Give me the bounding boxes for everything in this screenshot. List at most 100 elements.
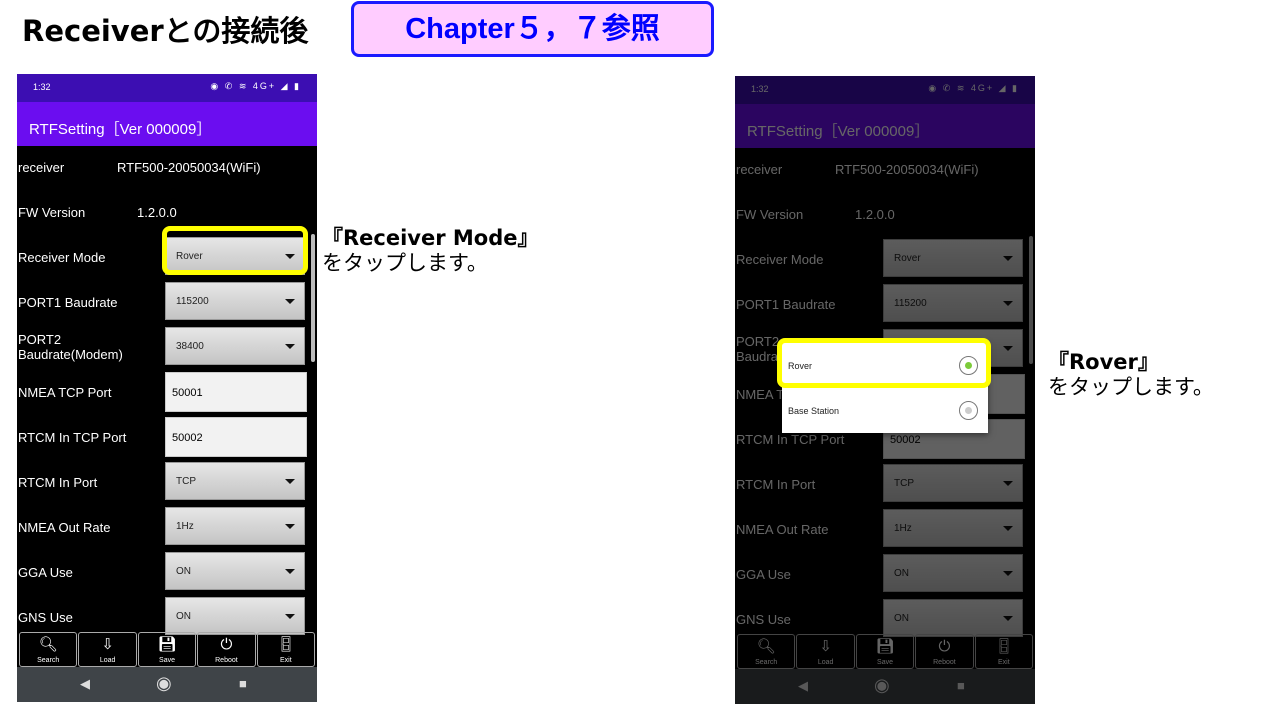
android-nav-bar: ◀ ◉ ■ bbox=[17, 667, 317, 702]
setting-dropdown[interactable]: Rover bbox=[165, 237, 305, 275]
dropdown-value: ON bbox=[894, 568, 909, 579]
setting-row: Receiver Mode Rover bbox=[17, 236, 307, 281]
option-base-station[interactable]: Base Station bbox=[782, 387, 988, 432]
setting-label: GNS Use bbox=[18, 610, 73, 625]
setting-label: NMEA Out Rate bbox=[18, 520, 111, 535]
radio-icon[interactable] bbox=[959, 401, 978, 420]
setting-label: receiver bbox=[736, 162, 783, 177]
dropdown-value: 38400 bbox=[176, 341, 204, 352]
save-icon: 💾︎ bbox=[875, 638, 895, 655]
exit-button[interactable]: 🚪︎ Exit bbox=[256, 632, 316, 667]
reboot-button[interactable]: ⏻ Reboot bbox=[197, 632, 256, 667]
dropdown-value: 115200 bbox=[176, 296, 209, 307]
setting-dropdown[interactable]: 115200 bbox=[883, 284, 1023, 322]
dropdown-value: ON bbox=[176, 566, 191, 577]
toolbar-label: Save bbox=[159, 657, 175, 664]
setting-label: Receiver Mode bbox=[736, 252, 824, 267]
setting-dropdown[interactable]: ON bbox=[165, 552, 305, 590]
setting-row: Receiver Mode Rover bbox=[735, 238, 1025, 283]
dropdown-value: Rover bbox=[176, 251, 203, 262]
chevron-down-icon bbox=[1003, 256, 1013, 261]
setting-label: PORT1 Baudrate bbox=[18, 295, 118, 310]
note-left-text: をタップします。 bbox=[322, 251, 488, 275]
option-rover[interactable]: Rover bbox=[782, 342, 988, 387]
setting-label: GGA Use bbox=[18, 565, 73, 580]
setting-dropdown[interactable]: 38400 bbox=[165, 327, 305, 365]
setting-dropdown[interactable]: ON bbox=[883, 599, 1023, 637]
search-icon: 🔍︎ bbox=[756, 638, 776, 655]
recents-icon[interactable]: ■ bbox=[239, 676, 247, 691]
setting-dropdown[interactable]: 1Hz bbox=[883, 509, 1023, 547]
toolbar-label: Exit bbox=[279, 657, 292, 664]
setting-row: PORT2 Baudrate(Modem) 38400 bbox=[17, 326, 307, 371]
toolbar-label: Search bbox=[755, 659, 778, 666]
save-button[interactable]: 💾︎ Save bbox=[855, 634, 915, 669]
load-icon: ⇩ bbox=[101, 636, 114, 653]
exit-icon: 🚪︎ bbox=[994, 638, 1014, 655]
chevron-down-icon bbox=[285, 569, 295, 574]
setting-input[interactable]: 50001 bbox=[165, 372, 307, 412]
load-button[interactable]: ⇩ Load bbox=[78, 632, 137, 667]
status-bar: 1:32 ◉ ✆ ≋ 4G+ ◢ ▮ bbox=[735, 76, 1035, 104]
chevron-down-icon bbox=[285, 254, 295, 259]
clock: 1:32 bbox=[33, 82, 51, 92]
recents-icon[interactable]: ■ bbox=[957, 678, 965, 693]
setting-input[interactable]: 50002 bbox=[165, 417, 307, 457]
radio-icon[interactable] bbox=[959, 356, 978, 375]
setting-dropdown[interactable]: TCP bbox=[165, 462, 305, 500]
toolbar-label: Load bbox=[817, 659, 834, 666]
note-right-bold: 『Rover』 bbox=[1048, 350, 1159, 374]
app-bar-title: RTFSetting［Ver 000009］ bbox=[17, 102, 317, 146]
setting-row: NMEA TCP Port 50001 bbox=[17, 371, 307, 416]
exit-icon: 🚪︎ bbox=[276, 636, 296, 653]
save-icon: 💾︎ bbox=[157, 636, 177, 653]
setting-label: NMEA TCP Port bbox=[18, 385, 112, 400]
setting-dropdown[interactable]: Rover bbox=[883, 239, 1023, 277]
setting-row: receiver RTF500-20050034(WiFi) bbox=[735, 148, 1025, 193]
setting-row: NMEA Out Rate 1Hz bbox=[17, 506, 307, 551]
save-button[interactable]: 💾︎ Save bbox=[137, 632, 197, 667]
setting-label: GGA Use bbox=[736, 567, 791, 582]
bottom-toolbar: 🔍︎ Search ⇩ Load 💾︎ Save ⏻ Reboot 🚪︎ Exit bbox=[735, 634, 1035, 669]
scrollbar[interactable] bbox=[1029, 236, 1033, 364]
setting-label: PORT1 Baudrate bbox=[736, 297, 836, 312]
toolbar-label: Save bbox=[877, 659, 893, 666]
bottom-toolbar: 🔍︎ Search ⇩ Load 💾︎ Save ⏻ Reboot 🚪︎ Exit bbox=[17, 632, 317, 667]
setting-dropdown[interactable]: 1Hz bbox=[165, 507, 305, 545]
back-icon[interactable]: ◀ bbox=[80, 676, 90, 692]
setting-label: FW Version bbox=[18, 205, 86, 220]
back-icon[interactable]: ◀ bbox=[798, 678, 808, 694]
home-icon[interactable]: ◉ bbox=[874, 675, 890, 696]
setting-label: RTCM In Port bbox=[736, 477, 816, 492]
scrollbar[interactable] bbox=[311, 234, 315, 362]
setting-row: PORT1 Baudrate 115200 bbox=[735, 283, 1025, 328]
search-button[interactable]: 🔍︎ Search bbox=[737, 634, 796, 669]
reboot-button[interactable]: ⏻ Reboot bbox=[915, 634, 974, 669]
setting-row: RTCM In Port TCP bbox=[735, 463, 1025, 508]
setting-label: GNS Use bbox=[736, 612, 791, 627]
chevron-down-icon bbox=[1003, 481, 1013, 486]
chevron-down-icon bbox=[285, 614, 295, 619]
exit-button[interactable]: 🚪︎ Exit bbox=[974, 634, 1034, 669]
search-button[interactable]: 🔍︎ Search bbox=[19, 632, 78, 667]
setting-label: Receiver Mode bbox=[18, 250, 106, 265]
setting-row: RTCM In TCP Port 50002 bbox=[17, 416, 307, 461]
dropdown-value: Rover bbox=[894, 253, 921, 264]
load-button[interactable]: ⇩ Load bbox=[796, 634, 855, 669]
note-right: 『Rover』 をタップします。 bbox=[1048, 350, 1214, 400]
setting-dropdown[interactable]: TCP bbox=[883, 464, 1023, 502]
setting-dropdown[interactable]: 115200 bbox=[165, 282, 305, 320]
option-label: Base Station bbox=[788, 406, 840, 416]
power-icon: ⏻ bbox=[938, 638, 951, 655]
dropdown-value: 115200 bbox=[894, 298, 927, 309]
app-bar-title: RTFSetting［Ver 000009］ bbox=[735, 104, 1035, 148]
toolbar-label: Load bbox=[99, 657, 116, 664]
chevron-down-icon bbox=[1003, 301, 1013, 306]
home-icon[interactable]: ◉ bbox=[156, 673, 172, 694]
chevron-down-icon bbox=[285, 299, 295, 304]
phone-screen-dropdown: 1:32 ◉ ✆ ≋ 4G+ ◢ ▮ RTFSetting［Ver 000009… bbox=[735, 76, 1035, 704]
setting-dropdown[interactable]: ON bbox=[883, 554, 1023, 592]
setting-row: RTCM In Port TCP bbox=[17, 461, 307, 506]
chevron-down-icon bbox=[1003, 526, 1013, 531]
setting-dropdown[interactable]: ON bbox=[165, 597, 305, 635]
